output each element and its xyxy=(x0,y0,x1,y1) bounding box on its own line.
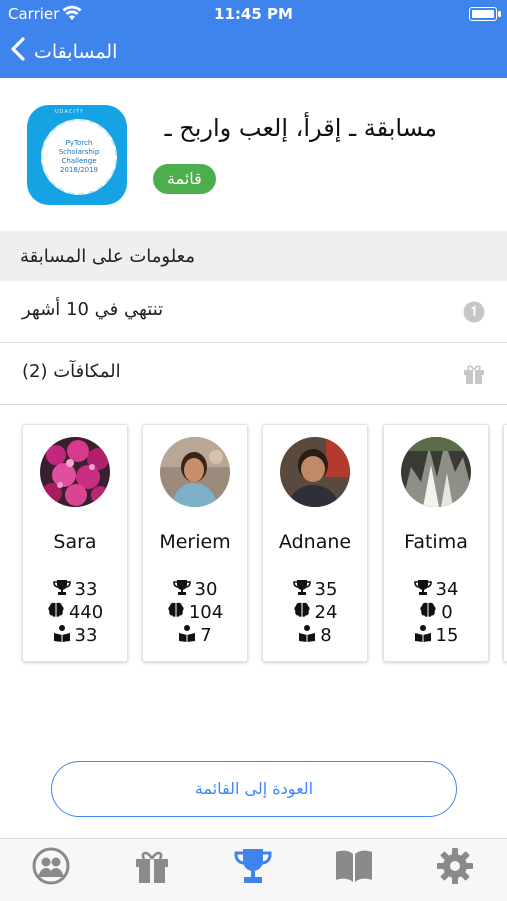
back-to-list-button[interactable]: العودة إلى القائمة xyxy=(51,761,457,817)
participant-card[interactable]: Fatima 34 0 15 xyxy=(383,424,489,662)
section-header: معلومات على المسابقة xyxy=(0,231,507,281)
reader-icon xyxy=(178,624,196,647)
info-icon xyxy=(463,301,485,323)
books-stat: 8 xyxy=(263,624,367,647)
brain-icon xyxy=(419,601,437,624)
tab-rewards[interactable] xyxy=(132,847,172,889)
brain-icon xyxy=(293,601,311,624)
back-label: المسابقات xyxy=(34,40,118,63)
participant-card-partial[interactable] xyxy=(503,424,507,662)
participant-name: Sara xyxy=(53,531,97,553)
gear-icon xyxy=(436,847,474,889)
gift-icon xyxy=(463,363,485,385)
tab-library[interactable] xyxy=(334,847,374,889)
tab-bar xyxy=(0,838,507,901)
trophy-icon xyxy=(52,578,71,601)
brain-count: 24 xyxy=(314,602,338,623)
brain-icon xyxy=(47,601,65,624)
rewards-row[interactable]: المكافآت (2) xyxy=(0,343,507,405)
status-bar: Carrier 11:45 PM xyxy=(0,0,507,28)
brain-count: 104 xyxy=(188,602,224,623)
books-stat: 15 xyxy=(384,624,488,647)
participant-name: Adnane xyxy=(278,531,352,553)
competition-title: مسابقة ـ إقرأ، إلعب واربح ـ xyxy=(164,114,437,142)
books-stat: 7 xyxy=(143,624,247,647)
avatar xyxy=(40,437,110,507)
brain-stat: 0 xyxy=(384,601,488,624)
books-count: 8 xyxy=(320,625,332,646)
chevron-left-icon xyxy=(8,36,28,67)
clock: 11:45 PM xyxy=(214,5,293,23)
participant-card[interactable]: Adnane 35 24 8 xyxy=(262,424,368,662)
reader-icon xyxy=(53,624,71,647)
tab-competitions[interactable] xyxy=(233,847,273,889)
ends-in-text: تنتهي في 10 أشهر xyxy=(22,299,164,320)
trophy-icon xyxy=(172,578,191,601)
brain-icon xyxy=(167,601,185,624)
trophy-icon xyxy=(232,845,274,891)
avatar xyxy=(160,437,230,507)
books-count: 7 xyxy=(200,625,212,646)
trophies-count: 33 xyxy=(74,579,98,600)
participant-card[interactable]: Sara 33 440 33 xyxy=(22,424,128,662)
tab-friends[interactable] xyxy=(31,847,71,889)
trophies-count: 34 xyxy=(435,579,459,600)
books-stat: 33 xyxy=(23,624,127,647)
battery-icon xyxy=(469,7,501,21)
rewards-text: المكافآت (2) xyxy=(22,361,121,382)
ends-in-row: تنتهي في 10 أشهر xyxy=(0,281,507,343)
trophy-icon xyxy=(292,578,311,601)
participants-list: Sara 33 440 33 Meriem 30 104 7 Adnane 35… xyxy=(0,424,507,662)
section-title: معلومات على المسابقة xyxy=(20,245,195,267)
trophies-count: 30 xyxy=(194,579,218,600)
trophy-icon xyxy=(413,578,432,601)
trophies-stat: 33 xyxy=(23,578,127,601)
brain-stat: 440 xyxy=(23,601,127,624)
competition-header: UDACITY PyTorch Scholarship Challenge 20… xyxy=(0,78,507,231)
reader-icon xyxy=(414,624,432,647)
brain-stat: 24 xyxy=(263,601,367,624)
participant-card[interactable]: Meriem 30 104 7 xyxy=(142,424,248,662)
reader-icon xyxy=(298,624,316,647)
participant-name: Meriem xyxy=(159,531,231,553)
brain-stat: 104 xyxy=(143,601,247,624)
avatar xyxy=(280,437,350,507)
competition-logo: UDACITY PyTorch Scholarship Challenge 20… xyxy=(27,105,127,205)
participant-name: Fatima xyxy=(404,531,468,553)
navigation-bar: المسابقات xyxy=(0,28,507,78)
trophies-count: 35 xyxy=(314,579,338,600)
friends-icon xyxy=(32,847,70,889)
status-badge: قائمة xyxy=(153,164,216,194)
avatar xyxy=(401,437,471,507)
brain-count: 440 xyxy=(68,602,104,623)
books-count: 15 xyxy=(435,625,459,646)
tab-settings[interactable] xyxy=(435,847,475,889)
trophies-stat: 35 xyxy=(263,578,367,601)
books-count: 33 xyxy=(74,625,98,646)
back-button[interactable]: المسابقات xyxy=(8,36,117,67)
brain-count: 0 xyxy=(441,602,453,623)
gift-icon xyxy=(133,847,171,889)
book-icon xyxy=(334,847,374,889)
trophies-stat: 30 xyxy=(143,578,247,601)
trophies-stat: 34 xyxy=(384,578,488,601)
